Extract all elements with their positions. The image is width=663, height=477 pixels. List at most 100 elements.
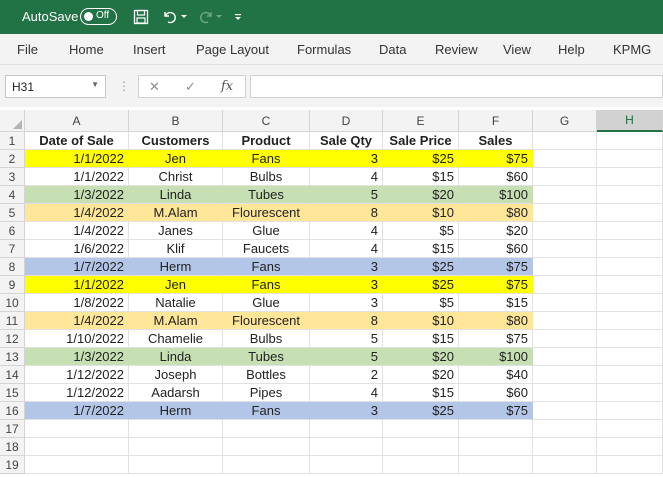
row-header-13[interactable]: 13 — [0, 348, 25, 366]
row-header-3[interactable]: 3 — [0, 168, 25, 186]
row-header-2[interactable]: 2 — [0, 150, 25, 168]
cell-h8[interactable] — [597, 258, 663, 276]
cell-e18[interactable] — [383, 438, 459, 456]
cell-h4[interactable] — [597, 186, 663, 204]
cell-e2[interactable]: $25 — [383, 150, 459, 168]
cell-d15[interactable]: 4 — [310, 384, 383, 402]
cell-d16[interactable]: 3 — [310, 402, 383, 420]
cell-g15[interactable] — [533, 384, 597, 402]
cell-c7[interactable]: Faucets — [223, 240, 310, 258]
cell-b8[interactable]: Herm — [129, 258, 223, 276]
cell-f5[interactable]: $80 — [459, 204, 533, 222]
cell-g16[interactable] — [533, 402, 597, 420]
column-header-e[interactable]: E — [383, 110, 459, 132]
cell-h9[interactable] — [597, 276, 663, 294]
cell-d10[interactable]: 3 — [310, 294, 383, 312]
cell-d2[interactable]: 3 — [310, 150, 383, 168]
cell-b14[interactable]: Joseph — [129, 366, 223, 384]
cell-f14[interactable]: $40 — [459, 366, 533, 384]
cell-c16[interactable]: Fans — [223, 402, 310, 420]
cell-d9[interactable]: 3 — [310, 276, 383, 294]
row-header-18[interactable]: 18 — [0, 438, 25, 456]
cell-f10[interactable]: $15 — [459, 294, 533, 312]
cell-a19[interactable] — [25, 456, 129, 474]
row-header-10[interactable]: 10 — [0, 294, 25, 312]
cell-b6[interactable]: Janes — [129, 222, 223, 240]
cell-f11[interactable]: $80 — [459, 312, 533, 330]
cell-b12[interactable]: Chamelie — [129, 330, 223, 348]
tab-help[interactable]: Help — [558, 42, 585, 57]
cell-b18[interactable] — [129, 438, 223, 456]
cell-h15[interactable] — [597, 384, 663, 402]
name-box-dropdown-icon[interactable]: ▼ — [91, 80, 99, 89]
cell-c10[interactable]: Glue — [223, 294, 310, 312]
cell-g1[interactable] — [533, 132, 597, 150]
cell-e7[interactable]: $15 — [383, 240, 459, 258]
tab-page-layout[interactable]: Page Layout — [196, 42, 269, 57]
cell-d4[interactable]: 5 — [310, 186, 383, 204]
cell-e6[interactable]: $5 — [383, 222, 459, 240]
cell-a2[interactable]: 1/1/2022 — [25, 150, 129, 168]
row-header-14[interactable]: 14 — [0, 366, 25, 384]
cell-h3[interactable] — [597, 168, 663, 186]
cell-g6[interactable] — [533, 222, 597, 240]
row-header-9[interactable]: 9 — [0, 276, 25, 294]
cell-g11[interactable] — [533, 312, 597, 330]
insert-function-icon[interactable]: fx — [221, 79, 233, 94]
cell-c18[interactable] — [223, 438, 310, 456]
tab-insert[interactable]: Insert — [133, 42, 166, 57]
cell-a3[interactable]: 1/1/2022 — [25, 168, 129, 186]
row-header-8[interactable]: 8 — [0, 258, 25, 276]
cancel-icon[interactable]: ✕ — [149, 79, 160, 95]
cell-b2[interactable]: Jen — [129, 150, 223, 168]
cell-b11[interactable]: M.Alam — [129, 312, 223, 330]
formula-input[interactable] — [250, 75, 663, 98]
cell-c4[interactable]: Tubes — [223, 186, 310, 204]
cell-c9[interactable]: Fans — [223, 276, 310, 294]
cell-g4[interactable] — [533, 186, 597, 204]
cell-a4[interactable]: 1/3/2022 — [25, 186, 129, 204]
column-header-h[interactable]: H — [597, 110, 663, 132]
cell-e1[interactable]: Sale Price — [383, 132, 459, 150]
cell-c11[interactable]: Flourescent — [223, 312, 310, 330]
cell-d14[interactable]: 2 — [310, 366, 383, 384]
cell-d12[interactable]: 5 — [310, 330, 383, 348]
cell-a6[interactable]: 1/4/2022 — [25, 222, 129, 240]
column-header-f[interactable]: F — [459, 110, 533, 132]
cell-e17[interactable] — [383, 420, 459, 438]
autosave-toggle[interactable]: Off — [80, 8, 117, 25]
cell-f1[interactable]: Sales — [459, 132, 533, 150]
cell-d11[interactable]: 8 — [310, 312, 383, 330]
tab-review[interactable]: Review — [435, 42, 478, 57]
cell-f13[interactable]: $100 — [459, 348, 533, 366]
tab-formulas[interactable]: Formulas — [297, 42, 351, 57]
cell-f3[interactable]: $60 — [459, 168, 533, 186]
cell-c2[interactable]: Fans — [223, 150, 310, 168]
cell-h18[interactable] — [597, 438, 663, 456]
cell-h14[interactable] — [597, 366, 663, 384]
cell-c8[interactable]: Fans — [223, 258, 310, 276]
cell-f16[interactable]: $75 — [459, 402, 533, 420]
cell-f7[interactable]: $60 — [459, 240, 533, 258]
cell-h10[interactable] — [597, 294, 663, 312]
cell-e5[interactable]: $10 — [383, 204, 459, 222]
cell-h19[interactable] — [597, 456, 663, 474]
cell-c13[interactable]: Tubes — [223, 348, 310, 366]
cell-e14[interactable]: $20 — [383, 366, 459, 384]
cell-g7[interactable] — [533, 240, 597, 258]
cell-h6[interactable] — [597, 222, 663, 240]
cell-c14[interactable]: Bottles — [223, 366, 310, 384]
cell-c15[interactable]: Pipes — [223, 384, 310, 402]
cell-b1[interactable]: Customers — [129, 132, 223, 150]
cell-d6[interactable]: 4 — [310, 222, 383, 240]
cell-a17[interactable] — [25, 420, 129, 438]
cell-b16[interactable]: Herm — [129, 402, 223, 420]
formula-bar-grip-icon[interactable]: ⋮ — [118, 79, 130, 93]
cell-g17[interactable] — [533, 420, 597, 438]
cell-c3[interactable]: Bulbs — [223, 168, 310, 186]
cell-c5[interactable]: Flourescent — [223, 204, 310, 222]
tab-data[interactable]: Data — [379, 42, 406, 57]
cell-b10[interactable]: Natalie — [129, 294, 223, 312]
tab-kpmg[interactable]: KPMG — [613, 42, 651, 57]
cell-d7[interactable]: 4 — [310, 240, 383, 258]
